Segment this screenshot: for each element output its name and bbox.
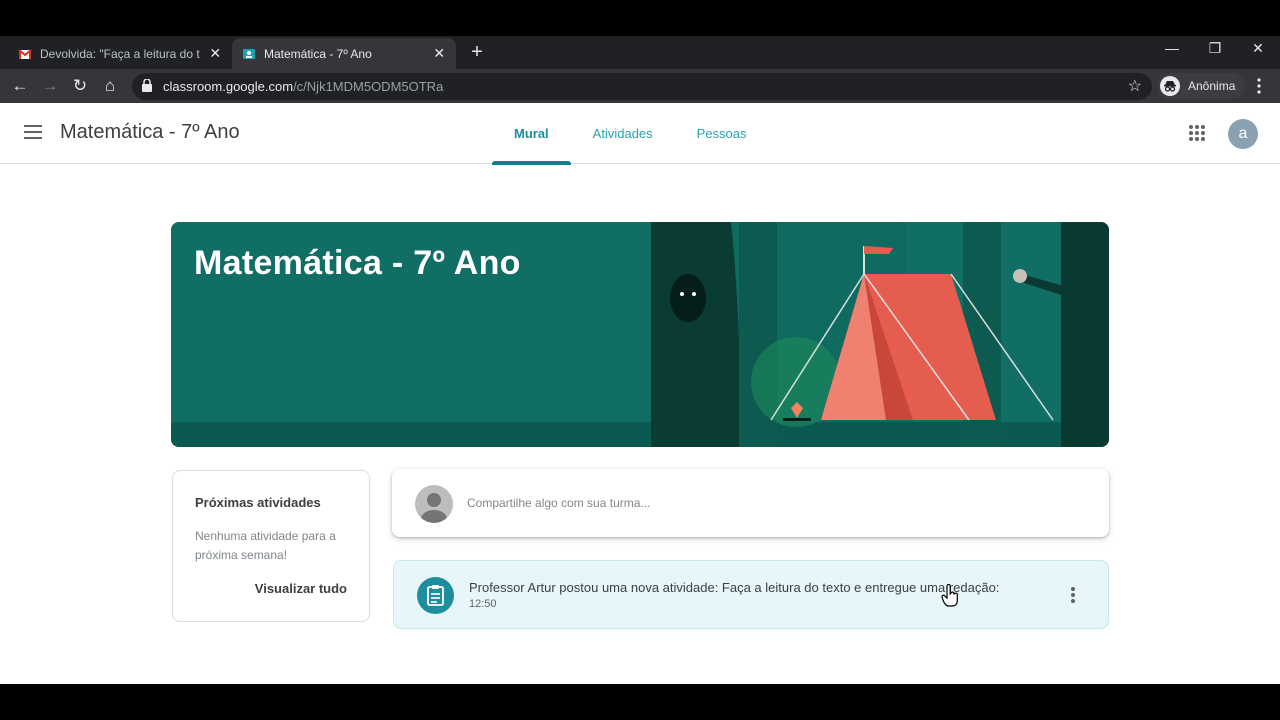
- tab-title: Devolvida: "Faça a leitura do texto: [40, 46, 200, 61]
- share-placeholder: Compartilhe algo com sua turma...: [467, 496, 651, 510]
- browser-toolbar: ← → ↻ ⌂ classroom.google.com/c/Njk1MDM5O…: [0, 69, 1280, 103]
- stream-post[interactable]: Professor Artur postou uma nova atividad…: [393, 560, 1109, 629]
- banner-title: Matemática - 7º Ano: [194, 244, 521, 282]
- classroom-icon: [242, 47, 256, 61]
- address-bar[interactable]: classroom.google.com/c/Njk1MDM5ODM5OTRa …: [132, 73, 1152, 100]
- url-path: /c/Njk1MDM5ODM5OTRa: [293, 79, 444, 94]
- browser-window: Devolvida: "Faça a leitura do texto ✕ Ma…: [0, 36, 1280, 684]
- post-time: 12:50: [469, 598, 497, 610]
- hand-cursor-icon: [941, 584, 958, 607]
- forward-icon[interactable]: →: [39, 75, 61, 97]
- account-avatar[interactable]: a: [1228, 119, 1258, 149]
- class-banner: Matemática - 7º Ano: [171, 222, 1109, 447]
- close-icon[interactable]: ✕: [432, 45, 446, 62]
- upcoming-empty-text: Nenhuma atividade para a próxima semana!: [195, 529, 336, 562]
- tab-gmail[interactable]: Devolvida: "Faça a leitura do texto ✕: [8, 38, 232, 69]
- class-tabs: Mural Atividades Pessoas: [492, 103, 769, 165]
- upcoming-heading: Próximas atividades: [195, 495, 321, 510]
- tab-title: Matemática - 7º Ano: [264, 46, 372, 61]
- app-header: Matemática - 7º Ano Mural Atividades Pes…: [0, 103, 1280, 165]
- classroom-app: Matemática - 7º Ano Mural Atividades Pes…: [0, 103, 1280, 684]
- home-icon[interactable]: ⌂: [99, 75, 121, 97]
- share-box[interactable]: Compartilhe algo com sua turma...: [392, 469, 1109, 537]
- tab-classroom[interactable]: Matemática - 7º Ano ✕: [232, 38, 456, 69]
- tab-pessoas[interactable]: Pessoas: [675, 103, 769, 164]
- minimize-icon[interactable]: —: [1160, 40, 1184, 56]
- gmail-icon: [18, 47, 32, 61]
- tab-atividades[interactable]: Atividades: [571, 103, 675, 164]
- restore-icon[interactable]: ❐: [1203, 40, 1227, 57]
- more-options-icon[interactable]: [1071, 587, 1077, 603]
- browser-menu-icon[interactable]: [1252, 77, 1266, 95]
- reload-icon[interactable]: ↻: [69, 75, 91, 97]
- url-text: classroom.google.com/c/Njk1MDM5ODM5OTRa: [163, 79, 443, 94]
- tab-mural[interactable]: Mural: [492, 103, 571, 165]
- view-all-link[interactable]: Visualizar tudo: [255, 581, 347, 596]
- tab-strip: Devolvida: "Faça a leitura do texto ✕ Ma…: [0, 36, 1280, 69]
- incognito-profile-button[interactable]: Anônima: [1158, 73, 1246, 99]
- url-host: classroom.google.com: [163, 79, 294, 94]
- window-close-icon[interactable]: ✕: [1246, 40, 1270, 57]
- close-icon[interactable]: ✕: [208, 45, 222, 62]
- google-apps-icon[interactable]: [1189, 125, 1205, 141]
- bookmark-star-icon[interactable]: ☆: [1128, 76, 1142, 96]
- profile-label: Anônima: [1188, 79, 1236, 93]
- assignment-icon: [417, 577, 454, 614]
- back-icon[interactable]: ←: [9, 75, 31, 97]
- new-tab-button[interactable]: +: [466, 42, 488, 62]
- class-title[interactable]: Matemática - 7º Ano: [60, 121, 240, 144]
- incognito-icon: [1160, 76, 1180, 96]
- lock-icon: [142, 79, 152, 92]
- user-avatar: [415, 485, 453, 523]
- post-text: Professor Artur postou uma nova atividad…: [469, 580, 1000, 595]
- main-menu-icon[interactable]: [24, 125, 42, 139]
- upcoming-card: Próximas atividades Nenhuma atividade pa…: [172, 470, 370, 622]
